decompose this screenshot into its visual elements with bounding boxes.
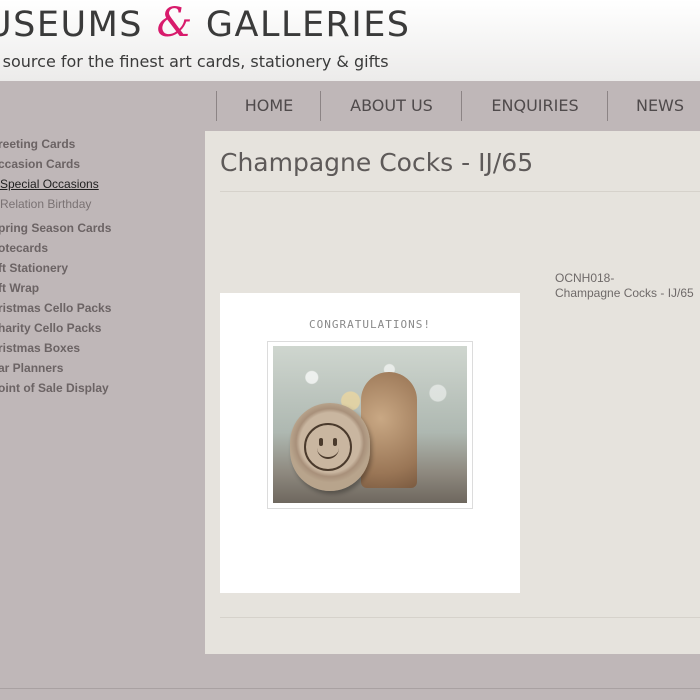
sidebar-item-special-occasions[interactable]: Special Occasions [0, 177, 99, 191]
nav-news[interactable]: NEWS [607, 91, 700, 121]
sidebar-item-christmas-boxes[interactable]: ristmas Boxes [0, 341, 80, 355]
nav-home[interactable]: HOME [216, 91, 321, 121]
sidebar-item-greeting-cards[interactable]: reeting Cards [0, 137, 75, 151]
sidebar-item-christmas-cello-packs[interactable]: ristmas Cello Packs [0, 301, 111, 315]
footer-divider [0, 688, 700, 689]
site-header: USEUMS & GALLERIES r source for the fine… [0, 0, 700, 81]
product-code: OCNH018- [555, 271, 615, 285]
sidebar-item-gift-wrap[interactable]: ft Wrap [0, 281, 39, 295]
sidebar-item-notecards[interactable]: otecards [0, 241, 48, 255]
smiley-face-icon [304, 423, 352, 471]
sidebar-item-charity-cello-packs[interactable]: harity Cello Packs [0, 321, 101, 335]
cork-top [290, 403, 370, 491]
sidebar-item-spring-season-cards[interactable]: pring Season Cards [0, 221, 111, 235]
main-content: Champagne Cocks - IJ/65 CONGRATULATIONS!… [205, 131, 700, 654]
sidebar-item-relation-birthday[interactable]: Relation Birthday [0, 197, 91, 211]
card-caption: CONGRATULATIONS! [309, 318, 431, 331]
sidebar-item-occasion-cards[interactable]: ccasion Cards [0, 157, 80, 171]
sidebar-item-year-planners[interactable]: ar Planners [0, 361, 63, 375]
photo-frame [267, 341, 473, 509]
sidebar-item-gift-stationery[interactable]: ft Stationery [0, 261, 68, 275]
product-image[interactable]: CONGRATULATIONS! [220, 293, 520, 593]
nav-enquiries[interactable]: ENQUIRIES [461, 91, 608, 121]
site-logo[interactable]: USEUMS & GALLERIES [0, 0, 411, 46]
champagne-corks-photo [273, 346, 467, 503]
product-name: Champagne Cocks - IJ/65 [555, 286, 694, 300]
smiley-mouth [317, 445, 339, 459]
logo-text-right: GALLERIES [205, 5, 411, 45]
nav-about-us[interactable]: ABOUT US [320, 91, 462, 121]
logo-text-left: USEUMS [0, 5, 143, 45]
main-nav: HOME ABOUT US ENQUIRIES NEWS [0, 81, 700, 131]
sidebar-item-point-of-sale-display[interactable]: oint of Sale Display [0, 381, 109, 395]
standing-cork [361, 372, 417, 488]
logo-ampersand: & [156, 0, 193, 46]
divider [220, 617, 700, 618]
divider [220, 191, 700, 192]
page-title: Champagne Cocks - IJ/65 [220, 148, 534, 177]
site-tagline: r source for the finest art cards, stati… [0, 52, 389, 71]
